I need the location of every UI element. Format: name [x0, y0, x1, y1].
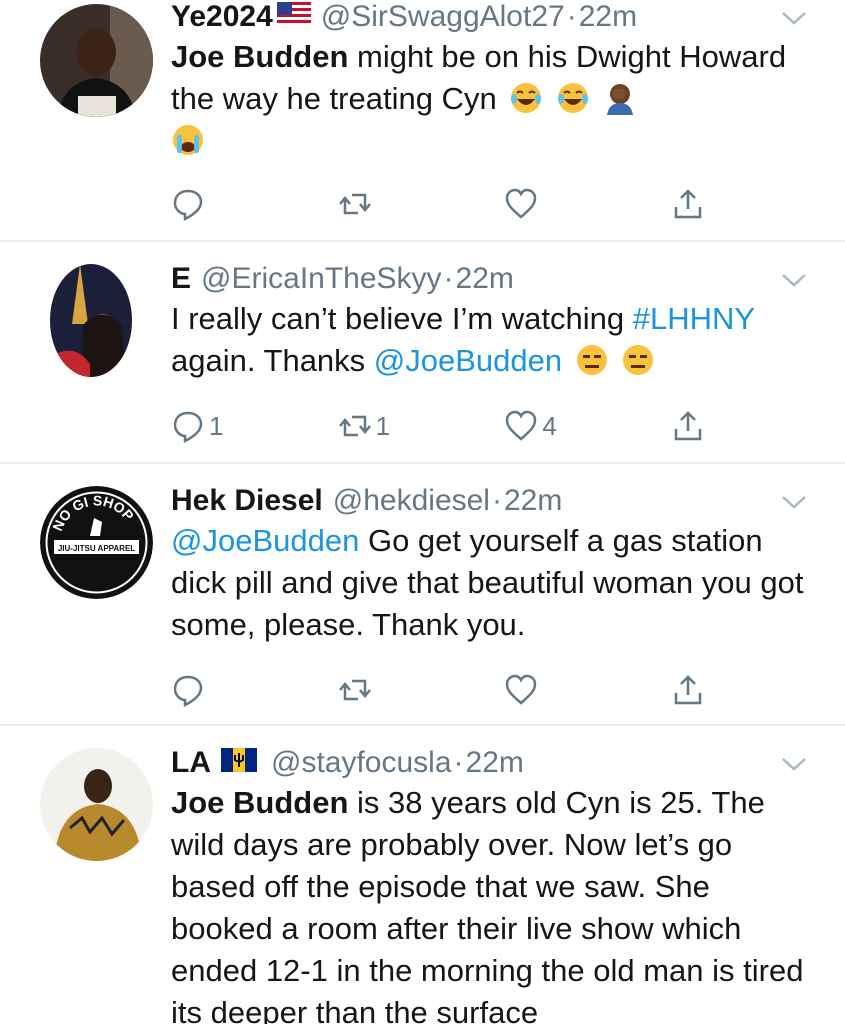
- tweet[interactable]: LA @stayfocusla · 22m Joe Budden is 38 y…: [0, 726, 845, 1024]
- timestamp[interactable]: 22m: [504, 484, 562, 518]
- like-button[interactable]: 4: [504, 406, 564, 446]
- retweet-button[interactable]: [338, 670, 398, 710]
- share-icon: [674, 675, 702, 705]
- tweet-text: Joe Budden is 38 years old Cyn is 25. Th…: [171, 782, 805, 1024]
- like-icon: [506, 188, 537, 219]
- like-icon: [506, 410, 537, 441]
- reply-button[interactable]: 1: [171, 406, 231, 446]
- tweet-text: Joe Budden might be on his Dwight Howard…: [171, 36, 805, 162]
- tweet-text-part: again. Thanks: [171, 343, 374, 378]
- like-icon: [506, 674, 537, 705]
- share-icon: [674, 189, 702, 219]
- retweet-button[interactable]: 1: [338, 406, 398, 446]
- timestamp[interactable]: 22m: [456, 262, 514, 296]
- retweet-icon: [338, 679, 371, 701]
- tweet-text: @JoeBudden Go get yourself a gas station…: [171, 520, 805, 646]
- hashtag-link[interactable]: #LHHNY: [633, 301, 755, 336]
- chevron-down-icon[interactable]: [781, 272, 807, 288]
- chevron-down-icon[interactable]: [781, 756, 807, 772]
- retweet-icon: [338, 415, 371, 437]
- like-button[interactable]: [504, 670, 564, 710]
- us-flag-icon: [276, 0, 311, 34]
- chevron-down-icon[interactable]: [781, 10, 807, 26]
- display-name[interactable]: E: [171, 262, 191, 296]
- handle[interactable]: @hekdiesel: [333, 484, 490, 518]
- chevron-down-icon[interactable]: [781, 494, 807, 510]
- like-button[interactable]: [504, 184, 564, 224]
- mention-link[interactable]: @JoeBudden: [374, 343, 562, 378]
- crying-emoji-icon: [171, 123, 205, 157]
- display-name[interactable]: Hek Diesel: [171, 484, 323, 518]
- like-count: 4: [542, 410, 557, 441]
- tweet-text-rest: is 38 years old Cyn is 25. The wild days…: [171, 785, 804, 1024]
- separator: ·: [491, 484, 502, 517]
- retweet-button[interactable]: [338, 184, 398, 224]
- separator: ·: [443, 262, 454, 295]
- facepalm-emoji-icon: [603, 81, 637, 115]
- share-button[interactable]: [671, 406, 711, 446]
- handle[interactable]: @EricaInTheSkyy: [201, 262, 442, 296]
- share-button[interactable]: [671, 670, 711, 710]
- expressionless-emoji-icon: [621, 343, 655, 377]
- tweet[interactable]: Ye2024 @SirSwaggAlot27 · 22m Joe Budden …: [0, 0, 845, 242]
- tweet-text: I really can’t believe I’m watching #LHH…: [171, 298, 805, 382]
- bold-name: Joe Budden: [171, 39, 349, 74]
- separator: ·: [566, 0, 577, 33]
- avatar[interactable]: [50, 264, 132, 377]
- timestamp[interactable]: 22m: [466, 746, 524, 780]
- laughing-tears-emoji-icon: [556, 81, 590, 115]
- handle[interactable]: @SirSwaggAlot27: [321, 0, 565, 34]
- reply-icon: [173, 411, 203, 443]
- handle[interactable]: @stayfocusla: [271, 746, 452, 780]
- avatar[interactable]: NO GI SHOP JIU-JITSU APPAREL: [40, 486, 153, 599]
- avatar[interactable]: [40, 748, 153, 861]
- reply-button[interactable]: [171, 670, 231, 710]
- mention-link[interactable]: @JoeBudden: [171, 523, 359, 558]
- expressionless-emoji-icon: [575, 343, 609, 377]
- reply-button[interactable]: [171, 184, 231, 224]
- share-icon: [674, 411, 702, 441]
- avatar-logo-text-bottom: JIU-JITSU APPAREL: [58, 544, 135, 553]
- avatar[interactable]: [40, 4, 153, 117]
- barbados-flag-icon: [221, 746, 257, 780]
- reply-icon: [173, 189, 203, 221]
- timestamp[interactable]: 22m: [579, 0, 637, 34]
- display-name[interactable]: LA: [171, 746, 211, 780]
- share-button[interactable]: [671, 184, 711, 224]
- tweet[interactable]: NO GI SHOP JIU-JITSU APPAREL Hek Diesel …: [0, 464, 845, 726]
- tweet[interactable]: E @EricaInTheSkyy · 22m I really can’t b…: [0, 242, 845, 464]
- display-name[interactable]: Ye2024: [171, 0, 273, 34]
- bold-name: Joe Budden: [171, 785, 349, 820]
- laughing-tears-emoji-icon: [509, 81, 543, 115]
- tweet-text-part: I really can’t believe I’m watching: [171, 301, 633, 336]
- separator: ·: [453, 746, 464, 779]
- reply-count: 1: [209, 410, 224, 441]
- reply-icon: [173, 675, 203, 707]
- retweet-count: 1: [375, 410, 391, 441]
- retweet-icon: [338, 193, 371, 215]
